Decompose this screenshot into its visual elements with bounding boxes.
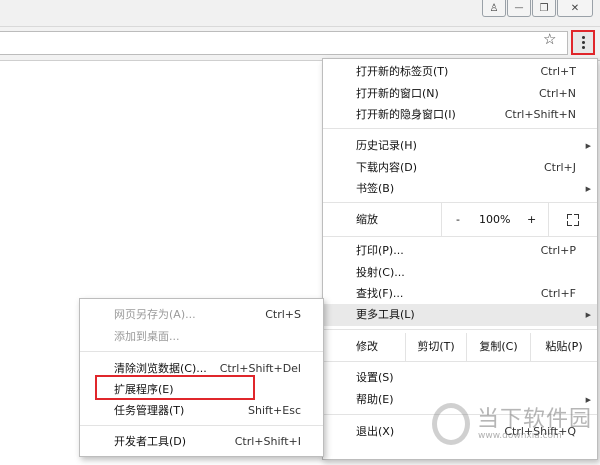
menu-item-new-tab[interactable]: 打开新的标签页(T) Ctrl+T	[323, 61, 597, 83]
menu-dot-icon	[581, 36, 585, 39]
zoom-out-button[interactable]: -	[456, 209, 460, 231]
watermark: 当下软件园 www.downxia.com	[432, 401, 592, 451]
chevron-right-icon: ▶	[585, 311, 591, 319]
minimize-button[interactable]: —	[507, 0, 531, 17]
menu-item-history[interactable]: 历史记录(H) ▶	[323, 135, 597, 157]
menu-separator	[80, 351, 323, 352]
submenu-item-save-page: 网页另存为(A)... Ctrl+S	[114, 308, 301, 321]
menu-separator	[323, 361, 597, 362]
paste-button[interactable]: 粘贴(P)	[531, 333, 597, 361]
menu-item-new-incognito[interactable]: 打开新的隐身窗口(I) Ctrl+Shift+N	[323, 104, 597, 126]
close-button[interactable]: ✕	[557, 0, 593, 17]
restore-button[interactable]: ❐	[532, 0, 556, 17]
menu-item-print[interactable]: 打印(P)... Ctrl+P	[323, 240, 597, 262]
watermark-url: www.downxia.com	[478, 431, 562, 441]
restore-icon: ❐	[539, 2, 549, 14]
fullscreen-icon[interactable]	[567, 214, 579, 226]
menu-item-cast[interactable]: 投射(C)...	[323, 262, 597, 284]
menu-item-downloads[interactable]: 下载内容(D) Ctrl+J	[323, 157, 597, 179]
menu-separator	[323, 202, 597, 203]
menu-dot-icon	[581, 41, 585, 44]
menu-separator	[323, 329, 597, 330]
menu-item-find[interactable]: 查找(F)... Ctrl+F	[323, 283, 597, 305]
cut-button[interactable]: 剪切(T)	[406, 333, 466, 361]
browser-toolbar: ☆	[0, 27, 600, 61]
user-icon: ♙	[489, 2, 499, 14]
title-bar: ♙ — ❐ ✕	[0, 0, 600, 27]
submenu-item-add-to-desktop: 添加到桌面...	[114, 330, 180, 343]
menu-item-more-tools[interactable]: 更多工具(L) ▶	[323, 304, 597, 326]
submenu-item-task-manager[interactable]: 任务管理器(T) Shift+Esc	[80, 400, 323, 422]
chevron-right-icon: ▶	[585, 185, 591, 193]
menu-item-bookmarks[interactable]: 书签(B) ▶	[323, 178, 597, 200]
chevron-right-icon: ▶	[585, 142, 591, 150]
watermark-logo-icon	[432, 403, 470, 445]
menu-separator	[80, 425, 323, 426]
watermark-text: 当下软件园	[477, 407, 593, 432]
address-bar[interactable]	[0, 31, 568, 55]
menu-dot-icon	[581, 46, 585, 49]
menu-item-edit: 修改 剪切(T) 复制(C) 粘贴(P)	[323, 333, 597, 361]
main-menu: 打开新的标签页(T) Ctrl+T 打开新的窗口(N) Ctrl+N 打开新的隐…	[322, 58, 598, 460]
menu-button[interactable]	[571, 30, 595, 55]
menu-item-new-window[interactable]: 打开新的窗口(N) Ctrl+N	[323, 83, 597, 105]
menu-item-zoom: 缩放 - 100% +	[323, 203, 597, 236]
close-icon: ✕	[570, 2, 580, 14]
menu-separator	[323, 128, 597, 129]
zoom-divider	[441, 203, 442, 236]
zoom-level: 100%	[479, 213, 511, 226]
zoom-in-button[interactable]: +	[527, 209, 536, 231]
bookmark-star-icon[interactable]: ☆	[543, 30, 556, 48]
highlight-annotation	[95, 375, 255, 400]
zoom-divider	[548, 203, 549, 236]
user-profile-button[interactable]: ♙	[482, 0, 506, 17]
submenu-item-dev-tools[interactable]: 开发者工具(D) Ctrl+Shift+I	[80, 431, 323, 453]
menu-item-settings[interactable]: 设置(S)	[323, 367, 597, 389]
copy-button[interactable]: 复制(C)	[467, 333, 530, 361]
menu-separator	[323, 236, 597, 237]
minimize-icon: —	[514, 3, 524, 13]
